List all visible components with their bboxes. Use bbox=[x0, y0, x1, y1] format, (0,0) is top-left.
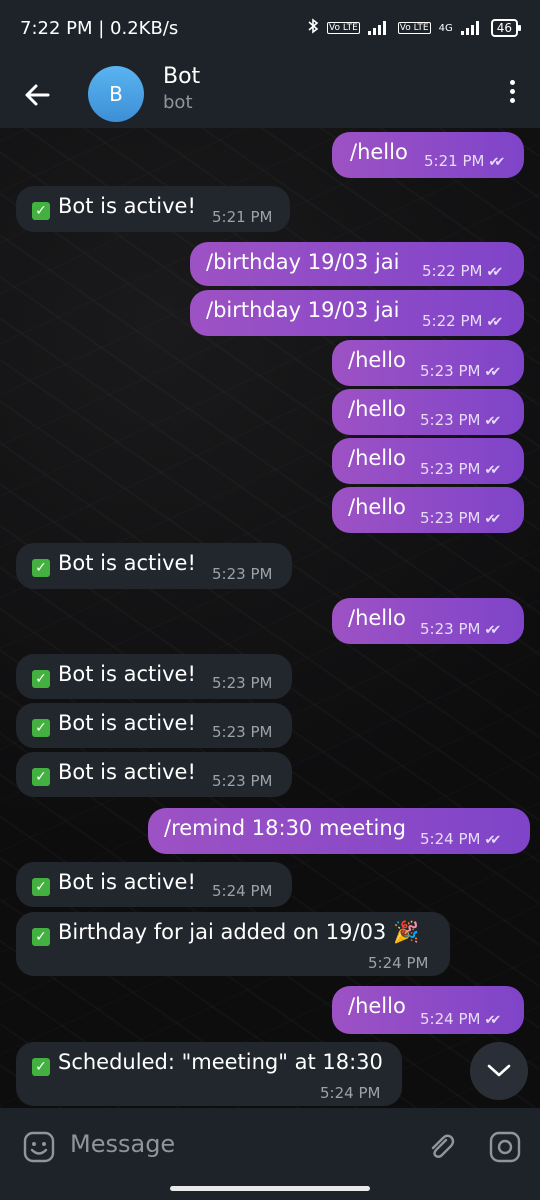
message-time: 5:24 PM bbox=[368, 954, 429, 972]
double-check-icon: ✔✔ bbox=[484, 833, 501, 848]
status-time: 7:22 PM | 0.2KB/s bbox=[20, 18, 179, 39]
message-time: 5:22 PM ✔✔ bbox=[422, 262, 503, 280]
message-bubble-incoming[interactable]: ✓ Birthday for jai added on 19/03 🎉 5:24 … bbox=[16, 912, 450, 976]
message-text: ✓ Bot is active! bbox=[32, 760, 196, 786]
message-bubble-incoming[interactable]: ✓ Bot is active! 5:23 PM bbox=[16, 654, 292, 699]
message-bubble-outgoing[interactable]: /hello 5:23 PM ✔✔ bbox=[332, 487, 524, 533]
message-bubble-outgoing[interactable]: /birthday 19/03 jai 5:22 PM ✔✔ bbox=[190, 290, 524, 336]
double-check-icon: ✔✔ bbox=[486, 265, 503, 280]
message-bubble-incoming[interactable]: ✓ Bot is active! 5:23 PM bbox=[16, 752, 292, 797]
double-check-icon: ✔✔ bbox=[488, 155, 505, 170]
message-text: /hello bbox=[348, 397, 406, 421]
avatar[interactable]: B bbox=[88, 66, 144, 122]
double-check-icon: ✔✔ bbox=[484, 512, 501, 527]
message-bubble-outgoing[interactable]: /hello 5:24 PM ✔✔ bbox=[332, 986, 524, 1034]
check-mark-icon: ✓ bbox=[32, 768, 50, 786]
message-text: /hello bbox=[348, 994, 406, 1018]
check-mark-icon: ✓ bbox=[32, 928, 50, 946]
message-text: /hello bbox=[348, 348, 406, 372]
message-time: 5:23 PM ✔✔ bbox=[420, 460, 501, 478]
home-indicator[interactable] bbox=[170, 1186, 370, 1191]
message-time: 5:21 PM bbox=[212, 208, 273, 226]
message-bubble-incoming[interactable]: ✓ Bot is active! 5:24 PM bbox=[16, 862, 292, 907]
message-bubble-outgoing[interactable]: /birthday 19/03 jai 5:22 PM ✔✔ bbox=[190, 242, 524, 286]
check-mark-icon: ✓ bbox=[32, 719, 50, 737]
network-type: 4G bbox=[438, 22, 453, 34]
battery-icon: 46 bbox=[490, 19, 522, 37]
clock: 7:22 PM bbox=[20, 18, 93, 39]
message-bubble-incoming[interactable]: ✓ Scheduled: "meeting" at 18:30 5:24 PM bbox=[16, 1042, 402, 1106]
status-icons: Vo LTE Vo LTE 4G 46 bbox=[307, 18, 522, 38]
double-check-icon: ✔✔ bbox=[484, 1013, 501, 1028]
message-text: ✓ Birthday for jai added on 19/03 🎉 bbox=[32, 920, 419, 946]
message-input[interactable]: Message bbox=[70, 1130, 175, 1158]
message-text: /remind 18:30 meeting bbox=[164, 816, 406, 840]
double-check-icon: ✔✔ bbox=[484, 623, 501, 638]
network-speed: 0.2KB/s bbox=[110, 18, 179, 39]
message-time: 5:23 PM bbox=[212, 674, 273, 692]
message-bubble-outgoing[interactable]: /remind 18:30 meeting 5:24 PM ✔✔ bbox=[148, 808, 530, 854]
back-arrow-icon[interactable] bbox=[20, 78, 54, 112]
message-text: /birthday 19/03 jai bbox=[206, 250, 400, 274]
message-text: /hello bbox=[348, 446, 406, 470]
message-bubble-incoming[interactable]: ✓ Bot is active! 5:23 PM bbox=[16, 543, 292, 589]
message-time: 5:24 PM ✔✔ bbox=[420, 830, 501, 848]
double-check-icon: ✔✔ bbox=[484, 365, 501, 380]
volte-icon-2: Vo LTE bbox=[397, 22, 431, 34]
message-bubble-incoming[interactable]: ✓ Bot is active! 5:21 PM bbox=[16, 186, 290, 232]
signal-icon-1 bbox=[367, 21, 390, 35]
check-mark-icon: ✓ bbox=[32, 1058, 50, 1076]
message-text: /birthday 19/03 jai bbox=[206, 298, 400, 322]
message-time: 5:22 PM ✔✔ bbox=[422, 312, 503, 330]
chat-title[interactable]: Bot bbox=[163, 64, 200, 89]
volte-icon-1: Vo LTE bbox=[327, 22, 360, 34]
message-bubble-outgoing[interactable]: /hello 5:23 PM ✔✔ bbox=[332, 598, 524, 644]
message-text: /hello bbox=[348, 606, 406, 630]
message-bubble-incoming[interactable]: ✓ Bot is active! 5:23 PM bbox=[16, 703, 292, 748]
message-text: /hello bbox=[350, 140, 408, 164]
message-time: 5:23 PM ✔✔ bbox=[420, 411, 501, 429]
message-text: ✓ Bot is active! bbox=[32, 194, 196, 220]
paperclip-icon[interactable] bbox=[424, 1130, 458, 1164]
scroll-down-button[interactable] bbox=[470, 1042, 528, 1100]
message-time: 5:21 PM ✔✔ bbox=[424, 152, 505, 170]
check-mark-icon: ✓ bbox=[32, 202, 50, 220]
message-time: 5:23 PM ✔✔ bbox=[420, 362, 501, 380]
message-text: ✓ Scheduled: "meeting" at 18:30 bbox=[32, 1050, 383, 1076]
message-time: 5:23 PM ✔✔ bbox=[420, 509, 501, 527]
bluetooth-icon bbox=[307, 18, 319, 38]
message-time: 5:23 PM bbox=[212, 772, 273, 790]
chevron-down-icon bbox=[487, 1064, 511, 1077]
signal-icon-2 bbox=[460, 21, 483, 35]
message-time: 5:24 PM ✔✔ bbox=[420, 1010, 501, 1028]
message-time: 5:24 PM bbox=[212, 882, 273, 900]
message-bubble-outgoing[interactable]: /hello 5:23 PM ✔✔ bbox=[332, 389, 524, 435]
message-text: ✓ Bot is active! bbox=[32, 662, 196, 688]
message-time: 5:23 PM ✔✔ bbox=[420, 620, 501, 638]
message-bubble-outgoing[interactable]: /hello 5:23 PM ✔✔ bbox=[332, 438, 524, 484]
double-check-icon: ✔✔ bbox=[484, 463, 501, 478]
status-bar: 7:22 PM | 0.2KB/s Vo LTE Vo LTE 4G 46 bbox=[0, 0, 540, 60]
check-mark-icon: ✓ bbox=[32, 878, 50, 896]
more-options-icon[interactable] bbox=[504, 76, 520, 112]
message-bubble-outgoing[interactable]: /hello 5:21 PM ✔✔ bbox=[332, 132, 524, 178]
double-check-icon: ✔✔ bbox=[484, 414, 501, 429]
chat-subtitle: bot bbox=[163, 92, 193, 113]
message-time: 5:24 PM bbox=[320, 1084, 381, 1102]
message-text: ✓ Bot is active! bbox=[32, 551, 196, 577]
message-text: /hello bbox=[348, 495, 406, 519]
message-text: ✓ Bot is active! bbox=[32, 711, 196, 737]
message-bubble-outgoing[interactable]: /hello 5:23 PM ✔✔ bbox=[332, 340, 524, 386]
check-mark-icon: ✓ bbox=[32, 559, 50, 577]
message-text: ✓ Bot is active! bbox=[32, 870, 196, 896]
camera-icon[interactable] bbox=[488, 1130, 522, 1164]
avatar-letter: B bbox=[109, 82, 123, 106]
chat-header: B Bot bot bbox=[0, 60, 540, 128]
message-time: 5:23 PM bbox=[212, 565, 273, 583]
emoji-icon[interactable] bbox=[22, 1130, 56, 1164]
check-mark-icon: ✓ bbox=[32, 670, 50, 688]
double-check-icon: ✔✔ bbox=[486, 315, 503, 330]
message-time: 5:23 PM bbox=[212, 723, 273, 741]
